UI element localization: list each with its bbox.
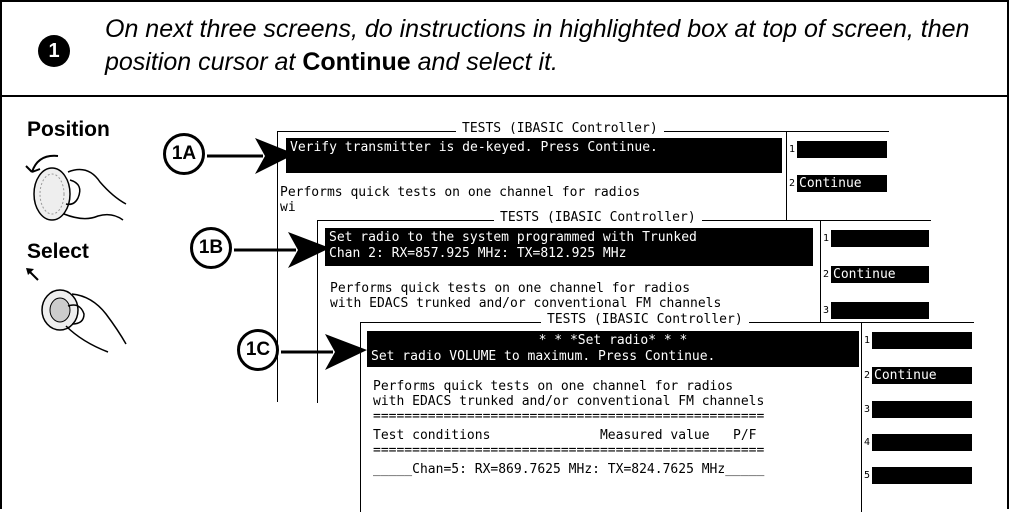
callout-1b: 1B <box>190 227 232 269</box>
softkey-2-continue[interactable]: 2 Continue <box>862 366 974 384</box>
position-label: Position <box>27 118 110 141</box>
screen-1a-highlight-box: Verify transmitter is de-keyed. Press Co… <box>286 138 782 173</box>
softkey-2-continue[interactable]: 2 Continue <box>787 174 889 192</box>
instruction-continue-bold: Continue <box>302 48 411 76</box>
screen-1c-highlight-line-1: * * *Set radio* * * <box>538 333 688 348</box>
screen-1b-highlight-line-2: Chan 2: RX=857.925 MHz: TX=812.925 MHz <box>329 246 627 261</box>
instruction-header: 1 On next three screens, do instructions… <box>0 0 1009 97</box>
screen-1c-column-headers: Test conditions Measured value P/F <box>373 428 757 443</box>
callout-1a: 1A <box>163 133 205 175</box>
softkey-5[interactable]: 5 <box>862 466 974 484</box>
screen-1b-body-text: Performs quick tests on one channel for … <box>330 281 722 311</box>
screen-1c: TESTS (IBASIC Controller) * * *Set radio… <box>360 313 974 512</box>
screen-1c-softkeys: 1 2 Continue 3 4 5 <box>861 323 974 512</box>
screen-1a-highlight-text: Verify transmitter is de-keyed. Press Co… <box>290 140 658 155</box>
screen-1c-highlight-line-2: Set radio VOLUME to maximum. Press Conti… <box>371 349 716 364</box>
softkey-3[interactable]: 3 <box>821 301 931 319</box>
select-label: Select <box>27 240 89 263</box>
step-number-badge: 1 <box>38 35 70 67</box>
select-knob-press-icon <box>26 268 127 353</box>
screen-1b-highlight-line-1: Set radio to the system programmed with … <box>329 230 697 245</box>
screen-1c-separator: ========================================… <box>373 443 765 458</box>
softkey-1[interactable]: 1 <box>821 229 931 247</box>
softkey-3[interactable]: 3 <box>862 400 974 418</box>
position-knob-hand-icon <box>25 154 127 221</box>
arrow-right-icon <box>281 334 367 370</box>
screen-1c-channel-line: _____Chan=5: RX=869.7625 MHz: TX=824.762… <box>373 462 765 477</box>
step-instruction: On next three screens, do instructions i… <box>105 13 985 79</box>
callout-1c: 1C <box>237 329 279 371</box>
softkey-1[interactable]: 1 <box>787 140 889 158</box>
softkey-2-continue[interactable]: 2 Continue <box>821 265 931 283</box>
instruction-text-2: and select it. <box>410 48 558 76</box>
screen-1a-title: TESTS (IBASIC Controller) <box>456 122 664 135</box>
screen-1c-body: Performs quick tests on one channel for … <box>373 379 764 477</box>
softkey-1[interactable]: 1 <box>862 331 974 349</box>
softkey-4[interactable]: 4 <box>862 433 974 451</box>
screen-1c-separator: ========================================… <box>373 409 765 424</box>
screen-1b-highlight-box: Set radio to the system programmed with … <box>325 228 813 266</box>
screen-1b-title: TESTS (IBASIC Controller) <box>494 211 702 224</box>
arrow-right-icon <box>207 138 295 174</box>
screen-1c-body-line: Performs quick tests on one channel for … <box>373 379 734 394</box>
arrow-right-icon <box>234 232 330 268</box>
screen-1c-body-line: with EDACS trunked and/or conventional F… <box>373 394 765 409</box>
screen-1c-highlight-box: * * *Set radio* * * Set radio VOLUME to m… <box>367 331 859 367</box>
screen-1c-title: TESTS (IBASIC Controller) <box>541 313 749 326</box>
